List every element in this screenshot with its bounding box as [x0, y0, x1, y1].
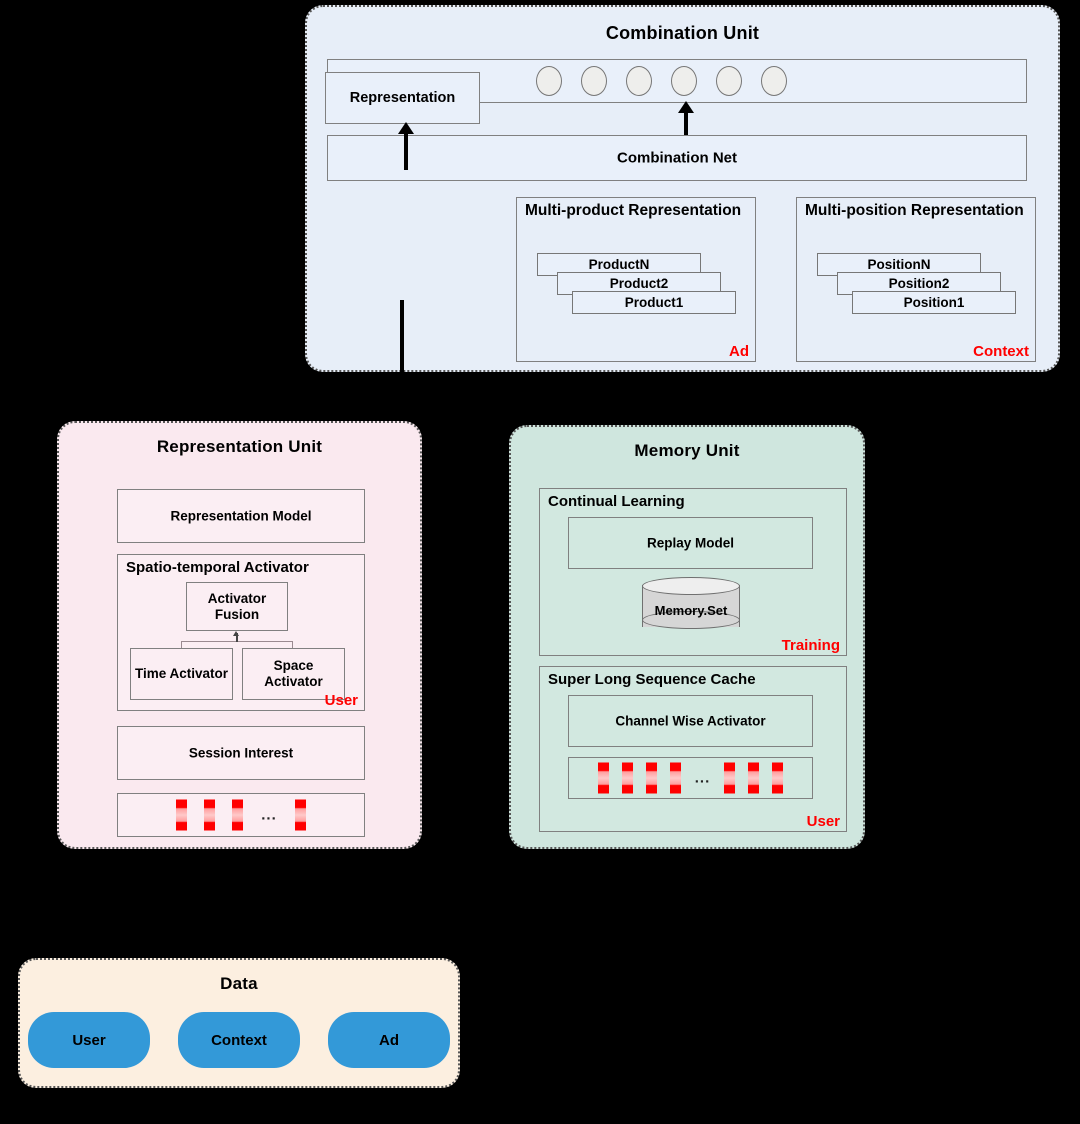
sequence-bar [294, 799, 306, 831]
representation-box: Representation [325, 72, 480, 124]
continual-learning-title: Continual Learning [548, 493, 685, 510]
session-interest-label: Session Interest [188, 745, 294, 761]
data-pill-user[interactable]: User [28, 1012, 150, 1068]
activator-fusion-box: Activator Fusion [186, 582, 288, 631]
sequence-ellipsis: ... [694, 769, 711, 786]
combination-unit: Combination Unit Combination pCTR Combin… [305, 5, 1060, 372]
representation-model-box: Representation Model [117, 489, 365, 543]
replay-model-box: Replay Model [568, 517, 813, 569]
data-pill-context[interactable]: Context [178, 1012, 300, 1068]
representation-unit: Representation Unit Representation Model… [57, 421, 422, 849]
continual-learning-tag: Training [781, 637, 840, 654]
sequence-bar [772, 762, 784, 794]
pctr-circle [716, 66, 742, 96]
spatio-temporal-activator-box: Spatio-temporal Activator Activator Fusi… [117, 554, 365, 711]
representation-model-label: Representation Model [170, 508, 312, 524]
multi-product-representation: Multi-product Representation ProductN Pr… [516, 197, 756, 362]
super-long-sequence-cache-title: Super Long Sequence Cache [548, 671, 756, 688]
memory-set-label: Memory.Set [654, 603, 728, 618]
data-pill-ad[interactable]: Ad [328, 1012, 450, 1068]
pctr-circle [761, 66, 787, 96]
multi-product-title: Multi-product Representation [525, 202, 742, 219]
channel-wise-activator-label: Channel Wise Activator [615, 713, 766, 729]
sequence-bar [597, 762, 609, 794]
memory-sequence-box: ... [568, 757, 813, 799]
space-activator-label: Space Activator [264, 658, 323, 689]
sequence-bar [724, 762, 736, 794]
sequence-bar [204, 799, 216, 831]
super-long-sequence-cache-box: Super Long Sequence Cache Channel Wise A… [539, 666, 847, 832]
sequence-bar [232, 799, 244, 831]
representation-sequence-box: ... [117, 793, 365, 837]
pctr-circle [581, 66, 607, 96]
time-activator-label: Time Activator [134, 666, 229, 681]
combination-net-box: Combination Net [327, 135, 1027, 181]
position-stack-item: Position1 [852, 291, 1016, 314]
sequence-bar [621, 762, 633, 794]
representation-box-label: Representation [349, 90, 456, 106]
memory-unit: Memory Unit Continual Learning Replay Mo… [509, 425, 865, 849]
pctr-circle [536, 66, 562, 96]
multi-product-tag: Ad [729, 343, 749, 360]
representation-unit-title: Representation Unit [156, 437, 323, 456]
pctr-circle [671, 66, 697, 96]
combination-net-label: Combination Net [617, 149, 737, 167]
spatio-temporal-activator-title: Spatio-temporal Activator [126, 559, 309, 576]
multi-position-tag: Context [973, 343, 1029, 360]
super-long-sequence-cache-tag: User [806, 813, 840, 830]
sequence-bar [176, 799, 188, 831]
product-stack-item: Product1 [572, 291, 736, 314]
memory-unit-title: Memory Unit [634, 441, 740, 460]
memory-set-database-icon: Memory.Set [642, 577, 740, 635]
pctr-circle [626, 66, 652, 96]
multi-position-representation: Multi-position Representation PositionN … [796, 197, 1036, 362]
data-pill-group: User Context Ad [20, 1012, 458, 1068]
activator-fusion-label: Activator Fusion [207, 590, 267, 622]
replay-model-label: Replay Model [646, 535, 735, 551]
data-unit-title: Data [220, 974, 258, 993]
representation-unit-to-combination-unit-connector [400, 300, 404, 420]
combination-unit-title: Combination Unit [605, 23, 760, 43]
pctr-circle-group [536, 66, 787, 96]
sequence-bar [645, 762, 657, 794]
channel-wise-activator-box: Channel Wise Activator [568, 695, 813, 747]
continual-learning-box: Continual Learning Replay Model Memory.S… [539, 488, 847, 656]
sequence-ellipsis: ... [261, 806, 277, 823]
session-interest-box: Session Interest [117, 726, 365, 780]
multi-position-title: Multi-position Representation [805, 202, 1024, 219]
memory-sequence-row: ... [569, 762, 812, 794]
sequence-bar [748, 762, 760, 794]
time-activator-box: Time Activator [130, 648, 233, 700]
sequence-bar [669, 762, 681, 794]
data-unit: Data User Context Ad [18, 958, 460, 1088]
representation-sequence-row: ... [118, 799, 364, 831]
activator-tree-connector-icon [174, 631, 300, 649]
spatio-temporal-tag: User [324, 692, 358, 709]
